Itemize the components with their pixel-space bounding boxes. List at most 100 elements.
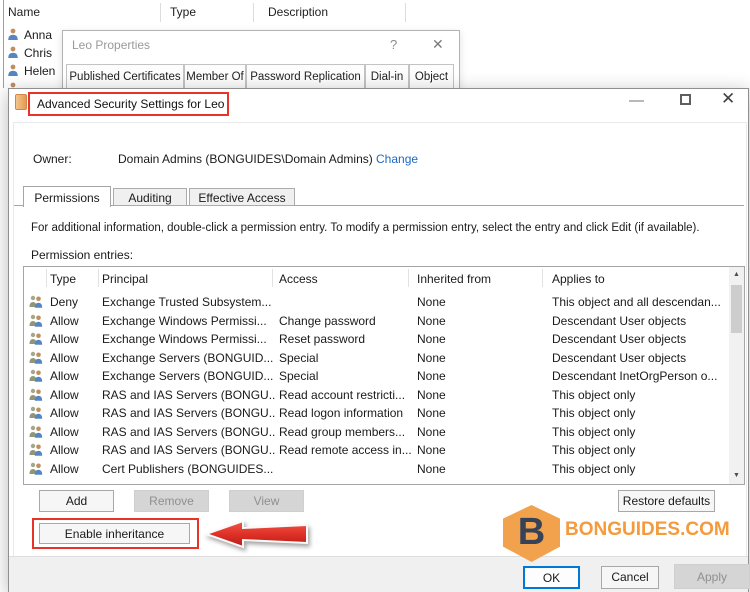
table-row[interactable]: Allow RAS and IAS Servers (BONGU... Read… bbox=[24, 386, 728, 404]
tab-effective-access[interactable]: Effective Access bbox=[189, 188, 295, 206]
permission-entries-table: Type Principal Access Inherited from App… bbox=[23, 266, 745, 485]
table-header-principal[interactable]: Principal bbox=[102, 272, 148, 286]
cell-principal: RAS and IAS Servers (BONGU... bbox=[102, 406, 276, 420]
annotation-box-enable-inheritance: Enable inheritance bbox=[32, 518, 199, 549]
cell-type: Allow bbox=[50, 406, 79, 420]
view-button[interactable]: View bbox=[229, 490, 304, 512]
user-group-icon bbox=[29, 332, 43, 348]
list-item-user[interactable]: Anna bbox=[7, 27, 52, 43]
cell-inherited-from: None bbox=[417, 425, 446, 439]
cell-access: Special bbox=[279, 369, 319, 383]
list-item-user[interactable]: Helen bbox=[7, 63, 55, 79]
screenshot-root: Name Type Description Anna Chris Helen L… bbox=[0, 0, 750, 592]
scrollbar-thumb[interactable] bbox=[731, 285, 742, 333]
dialog-title: Leo Properties bbox=[72, 38, 151, 52]
cell-access: Read group members... bbox=[279, 425, 406, 439]
header-divider bbox=[408, 269, 409, 287]
dialog-icon bbox=[15, 94, 27, 110]
cell-applies-to: This object only bbox=[552, 388, 636, 402]
permission-entries-label: Permission entries: bbox=[31, 248, 134, 262]
close-icon[interactable]: ✕ bbox=[721, 89, 735, 109]
column-header-type[interactable]: Type bbox=[170, 5, 196, 19]
user-icon bbox=[7, 46, 19, 61]
add-button[interactable]: Add bbox=[39, 490, 114, 512]
instruction-text: For additional information, double-click… bbox=[31, 222, 700, 234]
maximize-icon[interactable] bbox=[680, 94, 691, 105]
vertical-scrollbar[interactable]: ▲ ▼ bbox=[729, 267, 744, 484]
cell-principal: RAS and IAS Servers (BONGU... bbox=[102, 425, 276, 439]
cell-principal: Cert Publishers (BONGUIDES... bbox=[102, 462, 274, 476]
cell-inherited-from: None bbox=[417, 406, 446, 420]
table-row[interactable]: Allow RAS and IAS Servers (BONGU... Read… bbox=[24, 441, 728, 459]
table-row[interactable]: Allow Exchange Windows Permissi... Reset… bbox=[24, 330, 728, 348]
help-icon[interactable]: ? bbox=[390, 37, 397, 52]
apply-button[interactable]: Apply bbox=[674, 564, 750, 589]
cell-type: Allow bbox=[50, 425, 79, 439]
scroll-up-icon[interactable]: ▲ bbox=[729, 267, 744, 283]
cell-type: Deny bbox=[50, 295, 79, 309]
cell-principal: Exchange Servers (BONGUID... bbox=[102, 369, 274, 383]
header-divider bbox=[46, 269, 47, 287]
table-row[interactable]: Allow Cert Publishers (BONGUIDES... None… bbox=[24, 460, 728, 478]
cell-access: Special bbox=[279, 351, 319, 365]
table-header-access[interactable]: Access bbox=[279, 272, 318, 286]
table-header-inherited-from[interactable]: Inherited from bbox=[417, 272, 491, 286]
column-header-description[interactable]: Description bbox=[268, 5, 328, 19]
header-divider bbox=[542, 269, 543, 287]
cell-applies-to: Descendant InetOrgPerson o... bbox=[552, 369, 718, 383]
cell-principal: RAS and IAS Servers (BONGU... bbox=[102, 443, 276, 457]
cell-type: Allow bbox=[50, 351, 79, 365]
column-header-name[interactable]: Name bbox=[8, 5, 40, 19]
user-group-icon bbox=[29, 462, 43, 478]
cell-applies-to: Descendant User objects bbox=[552, 314, 687, 328]
user-name: Chris bbox=[24, 46, 53, 60]
table-row[interactable]: Allow Exchange Windows Permissi... Chang… bbox=[24, 312, 728, 330]
ok-button[interactable]: OK bbox=[523, 566, 580, 589]
owner-label: Owner: bbox=[33, 152, 72, 166]
remove-button[interactable]: Remove bbox=[134, 490, 209, 512]
table-row[interactable]: Allow RAS and IAS Servers (BONGU... Read… bbox=[24, 404, 728, 422]
cancel-button[interactable]: Cancel bbox=[601, 566, 659, 589]
cell-type: Allow bbox=[50, 462, 79, 476]
change-owner-link[interactable]: Change bbox=[376, 152, 418, 166]
table-header-applies-to[interactable]: Applies to bbox=[552, 272, 605, 286]
window-border bbox=[3, 0, 4, 88]
table-row[interactable]: Allow Exchange Servers (BONGUID... Speci… bbox=[24, 367, 728, 385]
cell-type: Allow bbox=[50, 369, 79, 383]
enable-inheritance-button[interactable]: Enable inheritance bbox=[39, 523, 190, 544]
cell-applies-to: Descendant User objects bbox=[552, 332, 687, 346]
restore-defaults-button[interactable]: Restore defaults bbox=[618, 490, 715, 512]
bonguides-wordmark: BONGUIDES.COM bbox=[565, 519, 730, 540]
tab-permissions[interactable]: Permissions bbox=[23, 186, 111, 207]
scroll-down-icon[interactable]: ▼ bbox=[729, 468, 744, 484]
minimize-icon[interactable] bbox=[629, 100, 644, 102]
table-row[interactable]: Allow Exchange Servers (BONGUID... Speci… bbox=[24, 349, 728, 367]
table-header-type[interactable]: Type bbox=[50, 272, 76, 286]
list-item-user[interactable]: Chris bbox=[7, 45, 52, 61]
user-group-icon bbox=[29, 351, 43, 367]
annotation-box-title: Advanced Security Settings for Leo bbox=[28, 92, 229, 116]
user-group-icon bbox=[29, 369, 43, 385]
cell-applies-to: This object only bbox=[552, 443, 636, 457]
user-group-icon bbox=[29, 388, 43, 404]
cell-principal: Exchange Trusted Subsystem... bbox=[102, 295, 272, 309]
cell-inherited-from: None bbox=[417, 295, 446, 309]
advanced-security-dialog: Advanced Security Settings for Leo ✕ Own… bbox=[8, 88, 750, 592]
cell-principal: Exchange Windows Permissi... bbox=[102, 332, 267, 346]
user-group-icon bbox=[29, 443, 43, 459]
user-icon bbox=[7, 28, 19, 43]
close-icon[interactable]: ✕ bbox=[432, 36, 444, 53]
cell-type: Allow bbox=[50, 443, 79, 457]
user-group-icon bbox=[29, 406, 43, 422]
column-divider bbox=[160, 3, 161, 22]
cell-type: Allow bbox=[50, 314, 79, 328]
tab-auditing[interactable]: Auditing bbox=[113, 188, 187, 206]
user-name: Anna bbox=[24, 28, 53, 42]
header-divider bbox=[272, 269, 273, 287]
header-divider bbox=[98, 269, 99, 287]
cell-type: Allow bbox=[50, 332, 79, 346]
owner-value: Domain Admins (BONGUIDES\Domain Admins) bbox=[118, 152, 373, 166]
table-row[interactable]: Allow RAS and IAS Servers (BONGU... Read… bbox=[24, 423, 728, 441]
cell-inherited-from: None bbox=[417, 369, 446, 383]
table-row[interactable]: Deny Exchange Trusted Subsystem... None … bbox=[24, 293, 728, 311]
